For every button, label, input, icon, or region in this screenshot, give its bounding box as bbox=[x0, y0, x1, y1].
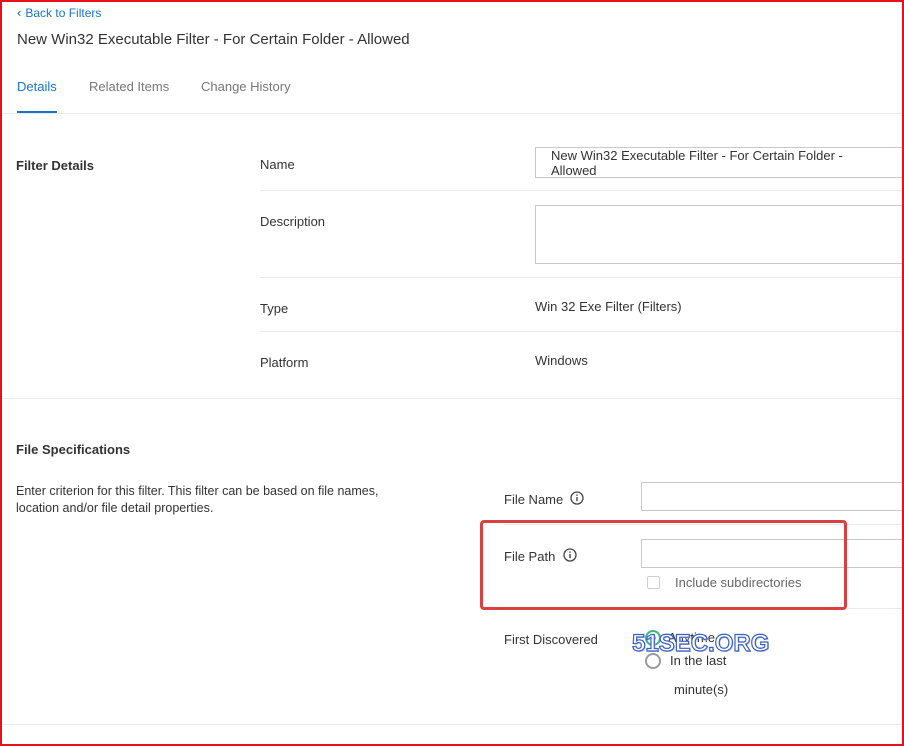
file-name-input[interactable] bbox=[641, 482, 904, 511]
type-label: Type bbox=[260, 301, 289, 316]
name-label: Name bbox=[260, 157, 295, 172]
platform-value: Windows bbox=[535, 353, 588, 368]
filter-details-heading: Filter Details bbox=[16, 158, 95, 173]
platform-label: Platform bbox=[260, 355, 309, 370]
name-input[interactable]: New Win32 Executable Filter - For Certai… bbox=[535, 147, 904, 178]
description-textarea[interactable] bbox=[535, 205, 904, 264]
tabs-divider bbox=[0, 113, 904, 114]
first-discovered-label: First Discovered bbox=[504, 632, 598, 647]
highlight-annotation-box bbox=[480, 520, 847, 610]
back-to-filters-link[interactable]: ‹ Back to Filters bbox=[17, 6, 101, 20]
tab-details[interactable]: Details bbox=[17, 79, 57, 94]
tab-related-items[interactable]: Related Items bbox=[89, 79, 169, 94]
info-icon[interactable] bbox=[570, 491, 584, 505]
file-specifications-description: Enter criterion for this filter. This fi… bbox=[16, 484, 379, 515]
minutes-label: minute(s) bbox=[674, 682, 729, 697]
description-label: Description bbox=[260, 214, 326, 229]
file-name-label: File Name bbox=[504, 492, 564, 507]
row-divider bbox=[260, 190, 904, 191]
name-input-value: New Win32 Executable Filter - For Certai… bbox=[551, 147, 843, 178]
tab-change-history[interactable]: Change History bbox=[201, 79, 291, 94]
back-link-label: Back to Filters bbox=[25, 6, 102, 20]
section-divider bbox=[0, 398, 904, 399]
row-divider bbox=[260, 277, 904, 278]
watermark-logo: 51SEC.ORG bbox=[631, 629, 770, 657]
chevron-left-icon: ‹ bbox=[17, 5, 22, 20]
section-divider bbox=[0, 724, 904, 725]
file-specifications-heading: File Specifications bbox=[16, 442, 131, 457]
page-title: New Win32 Executable Filter - For Certai… bbox=[17, 31, 410, 48]
type-value: Win 32 Exe Filter (Filters) bbox=[535, 299, 682, 314]
row-divider bbox=[260, 331, 904, 332]
